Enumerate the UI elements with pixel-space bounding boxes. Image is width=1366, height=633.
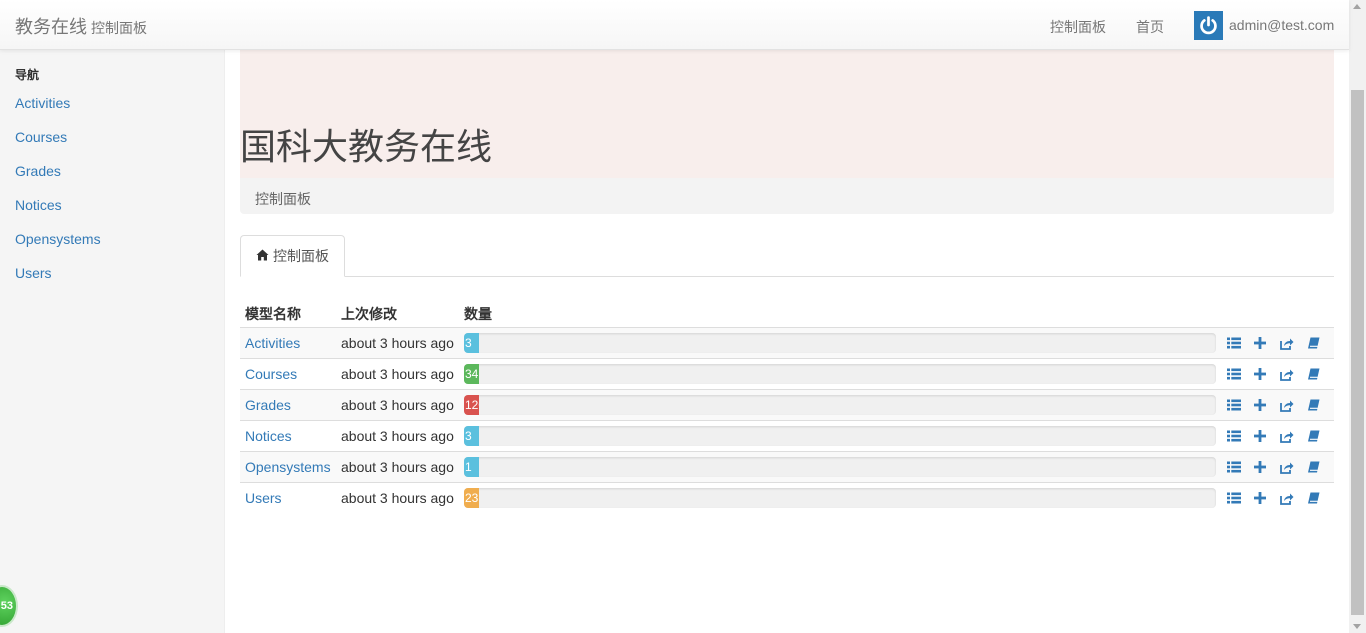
row-count-progress: 3 [464,426,1216,446]
page-title: 国科大教务在线 [240,126,493,167]
row-count-value: 3 [464,333,479,353]
column-header-name: 模型名称 [245,306,301,322]
power-icon[interactable] [1194,10,1223,40]
row-model-link[interactable]: Courses [245,366,297,382]
book-icon[interactable] [1307,490,1334,506]
row-count-value: 3 [464,426,479,446]
row-modified: about 3 hours ago [341,366,454,382]
sidebar-item-grades[interactable]: Grades [15,163,61,179]
row-model-link[interactable]: Activities [245,335,300,351]
breadcrumb-current: 控制面板 [255,191,311,207]
row-count-value: 235 [464,488,479,508]
row-actions [1227,397,1333,413]
row-count-progress: 1 [464,457,1216,477]
scrollbar[interactable] [1349,0,1366,633]
list-icon[interactable] [1227,335,1254,351]
book-icon[interactable] [1307,459,1334,475]
row-count-progress: 235 [464,488,1216,508]
home-icon [256,248,269,264]
plus-icon[interactable] [1253,490,1281,506]
export-icon[interactable] [1280,490,1307,506]
scroll-down-arrow[interactable] [1353,624,1361,629]
plus-icon[interactable] [1253,366,1281,382]
row-model-link[interactable]: Users [245,490,282,506]
row-model-link[interactable]: Opensystems [245,459,331,475]
row-modified: about 3 hours ago [341,335,454,351]
row-actions [1227,428,1333,444]
list-icon[interactable] [1227,366,1254,382]
export-icon[interactable] [1280,428,1307,444]
user-email[interactable]: admin@test.com [1229,17,1334,33]
plus-icon[interactable] [1253,335,1281,351]
scroll-thumb[interactable] [1351,90,1364,615]
sidebar-item-activities[interactable]: Activities [15,95,70,111]
sidebar-header: 导航 [15,68,40,82]
book-icon[interactable] [1307,397,1334,413]
table-row: Opensystems about 3 hours ago 1 [240,451,1334,482]
book-icon[interactable] [1307,335,1334,351]
sidebar-item-courses[interactable]: Courses [15,129,67,145]
row-count-progress: 34 [464,364,1216,384]
book-icon[interactable] [1307,428,1334,444]
breadcrumb: 控制面板 [240,178,1334,214]
tab-label: 控制面板 [273,248,329,264]
brand-subtitle: 控制面板 [91,20,147,36]
row-actions [1227,366,1333,382]
export-icon[interactable] [1280,366,1307,382]
plus-icon[interactable] [1253,397,1281,413]
table-row: Notices about 3 hours ago 3 [240,420,1334,451]
page-header: 国科大教务在线 [240,50,1334,178]
export-icon[interactable] [1280,397,1307,413]
nav-link-home[interactable]: 首页 [1136,17,1164,37]
plus-icon[interactable] [1253,428,1281,444]
book-icon[interactable] [1307,366,1334,382]
export-icon[interactable] [1280,335,1307,351]
brand[interactable]: 教务在线 控制面板 [15,13,147,39]
row-modified: about 3 hours ago [341,428,454,444]
plus-icon[interactable] [1253,459,1281,475]
list-icon[interactable] [1227,490,1254,506]
row-actions [1227,335,1333,351]
table-row: Grades about 3 hours ago 1204 [240,389,1334,420]
column-header-modified: 上次修改 [341,306,397,322]
list-icon[interactable] [1227,459,1254,475]
sidebar: 导航 Activities Courses Grades Notices Ope… [0,50,225,633]
tabs-divider [240,276,1334,277]
row-modified: about 3 hours ago [341,397,454,413]
row-modified: about 3 hours ago [341,459,454,475]
scroll-up-arrow[interactable] [1353,4,1361,9]
list-icon[interactable] [1227,428,1254,444]
sidebar-item-users[interactable]: Users [15,265,52,281]
nav-link-dashboard[interactable]: 控制面板 [1050,17,1106,37]
row-model-link[interactable]: Grades [245,397,291,413]
tab-dashboard[interactable]: 控制面板 [240,235,345,277]
export-icon[interactable] [1280,459,1307,475]
row-model-link[interactable]: Notices [245,428,292,444]
sidebar-item-notices[interactable]: Notices [15,197,62,213]
row-modified: about 3 hours ago [341,490,454,506]
row-actions [1227,459,1333,475]
table-row: Activities about 3 hours ago 3 [240,327,1334,358]
sidebar-item-opensystems[interactable]: Opensystems [15,231,101,247]
row-count-value: 1 [464,457,479,477]
user-menu[interactable]: admin@test.com [1194,10,1334,40]
row-count-progress: 1204 [464,395,1216,415]
row-count-value: 1204 [464,395,479,415]
top-navbar: 教务在线 控制面板 控制面板 首页 admin@test.com [0,0,1349,50]
row-count-value: 34 [464,364,479,384]
badge-value: 53 [0,600,13,612]
table-row: Users about 3 hours ago 235 [240,482,1334,513]
row-count-progress: 3 [464,333,1216,353]
column-header-count: 数量 [464,306,492,322]
list-icon[interactable] [1227,397,1254,413]
table-row: Courses about 3 hours ago 34 [240,358,1334,389]
brand-title: 教务在线 [15,17,87,37]
row-actions [1227,490,1333,506]
